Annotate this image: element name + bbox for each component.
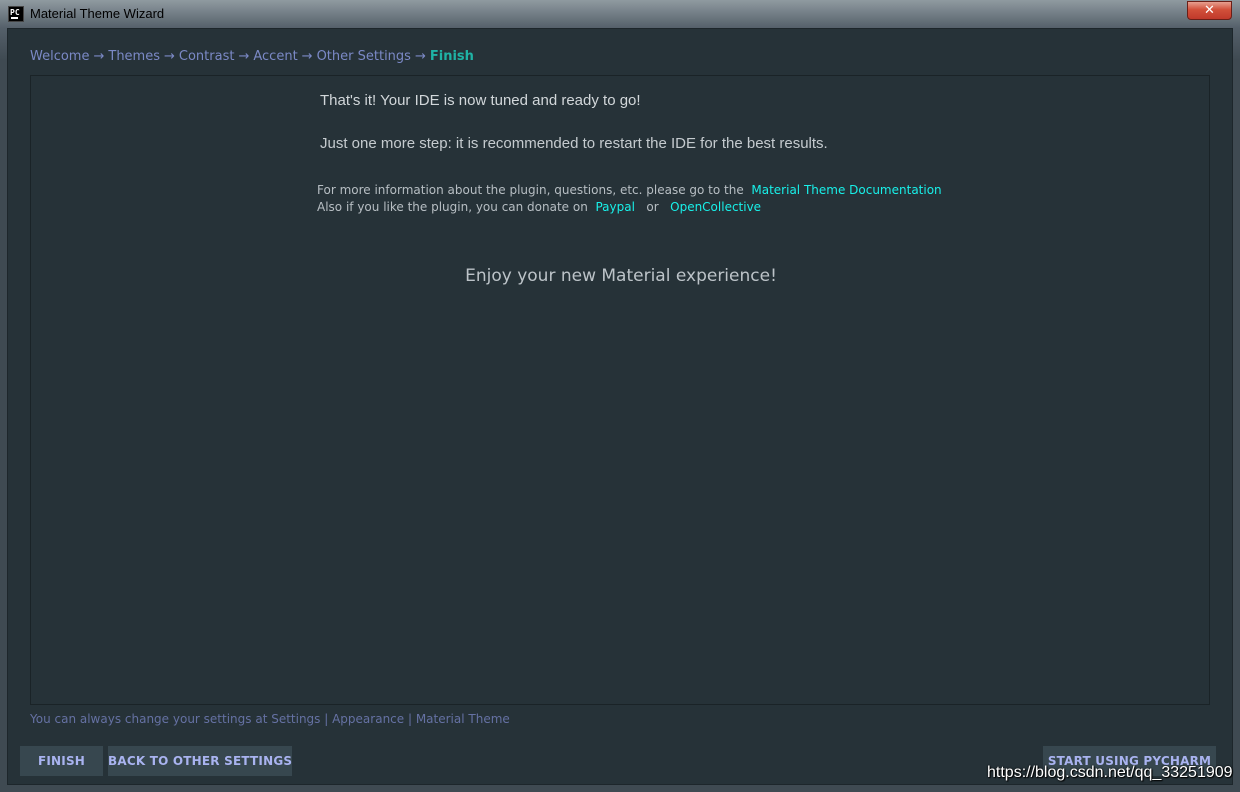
ready-message: That's it! Your IDE is now tuned and rea… bbox=[320, 92, 641, 109]
or-text: or bbox=[646, 200, 659, 214]
finish-button[interactable]: FINISH bbox=[20, 746, 103, 776]
app-icon-text: PC bbox=[10, 8, 20, 17]
arrow-icon: → bbox=[93, 49, 105, 64]
pycharm-app-icon: PC bbox=[8, 6, 24, 22]
enjoy-message: Enjoy your new Material experience! bbox=[465, 266, 777, 286]
arrow-icon: → bbox=[238, 49, 250, 64]
window-title: Material Theme Wizard bbox=[30, 6, 165, 21]
info-line: For more information about the plugin, q… bbox=[317, 183, 942, 197]
opencollective-link[interactable]: OpenCollective bbox=[670, 200, 761, 214]
settings-hint: You can always change your settings at S… bbox=[30, 712, 510, 726]
restart-message: Just one more step: it is recommended to… bbox=[320, 135, 828, 152]
arrow-icon: → bbox=[301, 49, 313, 64]
wizard-content: Welcome → Themes → Contrast → Accent → Other Set… bbox=[7, 28, 1233, 785]
step-welcome[interactable]: Welcome bbox=[30, 49, 89, 64]
arrow-icon: → bbox=[414, 49, 426, 64]
step-accent[interactable]: Accent bbox=[253, 49, 297, 64]
documentation-link[interactable]: Material Theme Documentation bbox=[751, 183, 941, 197]
wizard-window: PC Material Theme Wizard ✕ Welcome → Theme… bbox=[0, 0, 1240, 792]
step-other-settings[interactable]: Other Settings bbox=[317, 49, 411, 64]
close-icon: ✕ bbox=[1204, 3, 1215, 18]
donate-prefix: Also if you like the plugin, you can don… bbox=[317, 200, 588, 214]
step-themes[interactable]: Themes bbox=[108, 49, 160, 64]
back-to-other-settings-button[interactable]: BACK TO OTHER SETTINGS bbox=[108, 746, 292, 776]
step-finish: Finish bbox=[429, 49, 474, 64]
step-contrast[interactable]: Contrast bbox=[179, 49, 235, 64]
arrow-icon: → bbox=[164, 49, 175, 64]
app-icon-bar bbox=[11, 17, 18, 19]
wizard-breadcrumb: Welcome → Themes → Contrast → Accent → Other Set… bbox=[30, 49, 474, 64]
donate-line: Also if you like the plugin, you can don… bbox=[317, 200, 761, 214]
close-button[interactable]: ✕ bbox=[1187, 1, 1232, 20]
watermark-text: https://blog.csdn.net/qq_33251909 bbox=[987, 764, 1233, 781]
paypal-link[interactable]: Paypal bbox=[595, 200, 634, 214]
finish-panel: That's it! Your IDE is now tuned and rea… bbox=[30, 75, 1210, 705]
info-prefix: For more information about the plugin, q… bbox=[317, 183, 744, 197]
title-bar[interactable]: PC Material Theme Wizard ✕ bbox=[0, 0, 1240, 28]
